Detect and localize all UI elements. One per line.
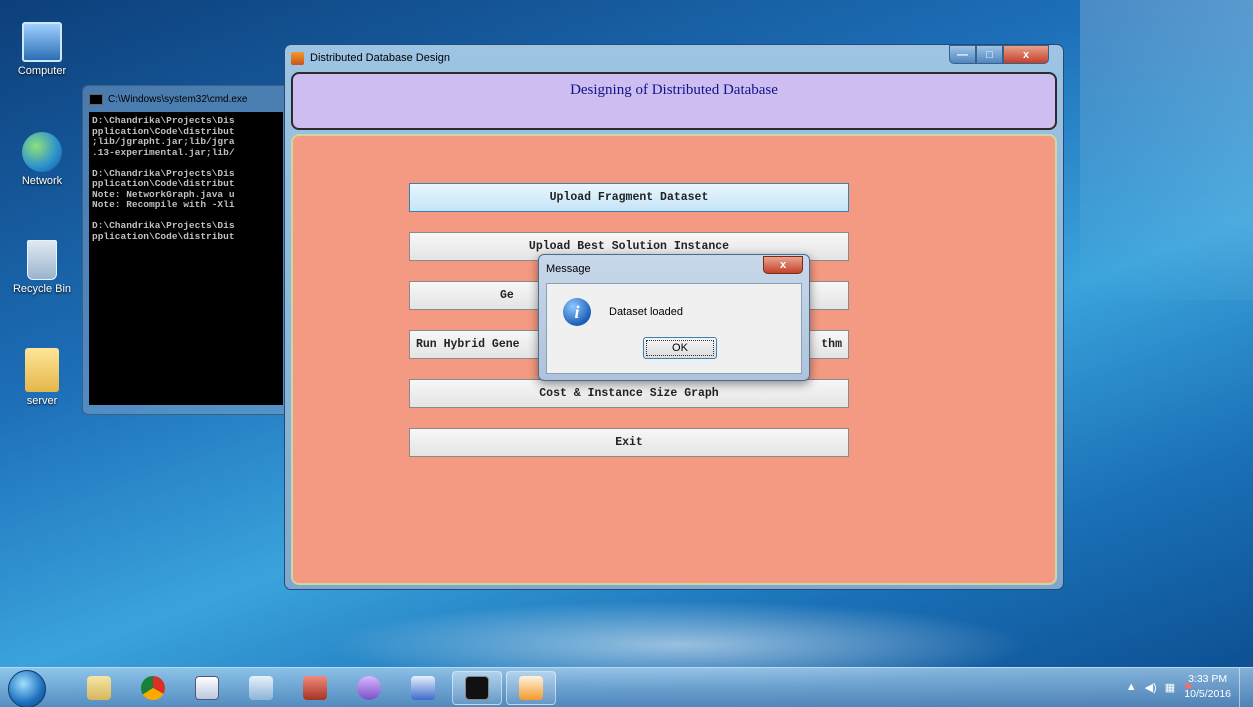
exit-button[interactable]: Exit	[409, 428, 849, 457]
cmd-title-bar[interactable]: C:\Windows\system32\cmd.exe	[89, 86, 283, 112]
taskbar: ▲ ◀) ▦ ⚑ 3:33 PM 10/5/2016	[0, 667, 1253, 707]
info-icon: i	[563, 298, 591, 326]
taskbar-search-doc[interactable]	[236, 671, 286, 705]
taskbar-explorer[interactable]	[74, 671, 124, 705]
clock[interactable]: 3:33 PM 10/5/2016	[1184, 672, 1231, 702]
search-doc-icon	[249, 676, 273, 700]
recycle-bin-icon	[27, 240, 57, 280]
cmd-icon	[465, 676, 489, 700]
java-icon	[291, 51, 304, 65]
wallpaper-streak	[1080, 0, 1253, 300]
page-title: Designing of Distributed Database	[570, 82, 778, 98]
cmd-window[interactable]: C:\Windows\system32\cmd.exe D:\Chandrika…	[82, 85, 290, 415]
taskbar-dolphin[interactable]	[344, 671, 394, 705]
ok-button[interactable]: OK	[643, 337, 717, 359]
system-tray: ▲ ◀) ▦ ⚑	[1126, 681, 1193, 694]
button-label-tail: thm	[821, 338, 842, 351]
dialog-close-button[interactable]: x	[763, 256, 803, 274]
volume-icon[interactable]: ◀)	[1145, 681, 1157, 694]
folder-icon	[25, 348, 59, 392]
cmd-console-output[interactable]: D:\Chandrika\Projects\Dis pplication\Cod…	[89, 112, 283, 405]
taskbar-cmd[interactable]	[452, 671, 502, 705]
button-label: Run Hybrid Gene	[416, 338, 520, 351]
header-panel: Designing of Distributed Database	[291, 72, 1057, 130]
dialog-message: Dataset loaded	[609, 306, 683, 318]
dolphin-icon	[357, 676, 381, 700]
maximize-button[interactable]: □	[976, 45, 1003, 64]
java-icon	[519, 676, 543, 700]
tray-arrow-icon[interactable]: ▲	[1126, 681, 1137, 694]
explorer-icon	[87, 676, 111, 700]
dialog-body: i Dataset loaded OK	[546, 283, 802, 374]
word-icon	[411, 676, 435, 700]
app-title-bar[interactable]: Distributed Database Design	[285, 45, 1063, 71]
desktop-icon-label: server	[26, 395, 58, 407]
window-controls: — □ x	[949, 45, 1049, 64]
app-title: Distributed Database Design	[310, 52, 451, 64]
taskbar-chrome[interactable]	[128, 671, 178, 705]
cmd-icon	[89, 93, 103, 105]
close-button[interactable]: x	[1003, 45, 1049, 64]
desktop-icon-computer[interactable]: Computer	[4, 22, 80, 77]
taskbar-box-app[interactable]	[182, 671, 232, 705]
dialog-title: Message	[546, 263, 591, 275]
desktop-icon-label: Computer	[17, 65, 67, 77]
network-tray-icon[interactable]: ▦	[1165, 681, 1175, 694]
computer-icon	[22, 22, 62, 62]
taskbar-word[interactable]	[398, 671, 448, 705]
desktop-icon-label: Recycle Bin	[12, 283, 72, 295]
cost-instance-size-graph-button[interactable]: Cost & Instance Size Graph	[409, 379, 849, 408]
network-icon	[22, 132, 62, 172]
desktop-icon-label: Network	[21, 175, 63, 187]
desktop-icon-recycle-bin[interactable]: Recycle Bin	[4, 240, 80, 295]
start-button[interactable]	[8, 670, 46, 707]
desktop-icon-server[interactable]: server	[4, 348, 80, 407]
upload-fragment-dataset-button[interactable]: Upload Fragment Dataset	[409, 183, 849, 212]
clock-time: 3:33 PM	[1188, 673, 1228, 685]
box-icon	[195, 676, 219, 700]
cmd-title: C:\Windows\system32\cmd.exe	[108, 93, 248, 105]
minimize-button[interactable]: —	[949, 45, 976, 64]
taskbar-app[interactable]	[290, 671, 340, 705]
message-dialog[interactable]: Message x i Dataset loaded OK	[538, 254, 810, 381]
chrome-icon	[141, 676, 165, 700]
desktop-icon-network[interactable]: Network	[4, 132, 80, 187]
show-desktop-button[interactable]	[1239, 668, 1253, 707]
taskbar-java[interactable]	[506, 671, 556, 705]
app-icon	[303, 676, 327, 700]
button-label: Ge	[500, 289, 514, 302]
clock-date: 10/5/2016	[1184, 688, 1231, 700]
